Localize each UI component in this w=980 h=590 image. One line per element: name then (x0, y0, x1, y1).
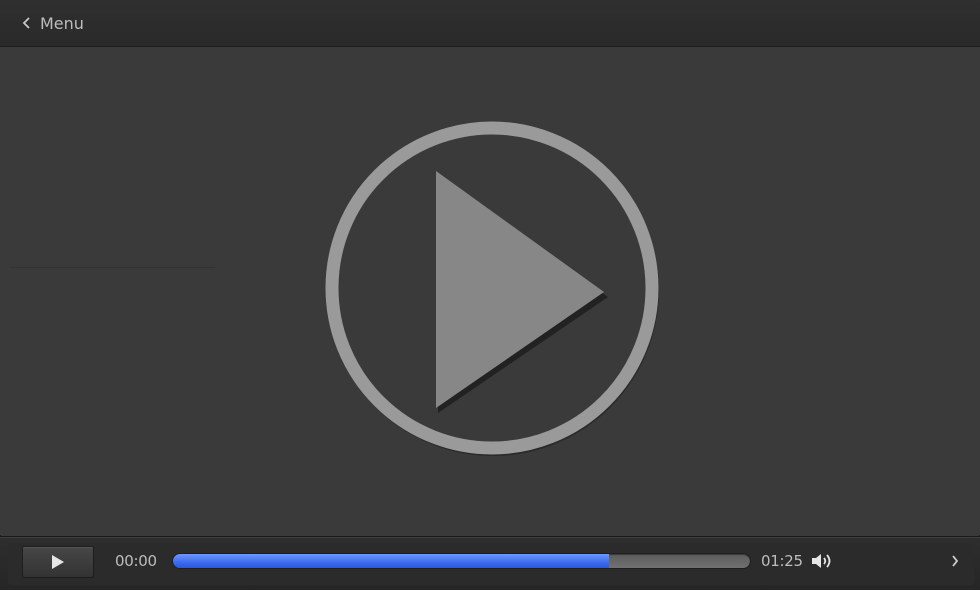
play-button[interactable] (22, 546, 94, 578)
duration: 01:25 (761, 552, 803, 570)
chevron-right-icon[interactable] (950, 553, 960, 569)
chevron-left-icon (22, 16, 32, 30)
play-icon (52, 555, 64, 569)
volume-icon[interactable] (811, 551, 835, 571)
play-circle-icon[interactable] (323, 120, 663, 460)
progress-fill (173, 554, 609, 568)
top-bar: Menu (0, 0, 980, 47)
back-to-menu-button[interactable]: Menu (22, 14, 84, 33)
divider (10, 267, 215, 268)
current-time: 00:00 (115, 552, 157, 570)
video-area[interactable] (0, 47, 980, 535)
progress-bar[interactable] (172, 553, 751, 569)
back-label: Menu (40, 13, 84, 33)
